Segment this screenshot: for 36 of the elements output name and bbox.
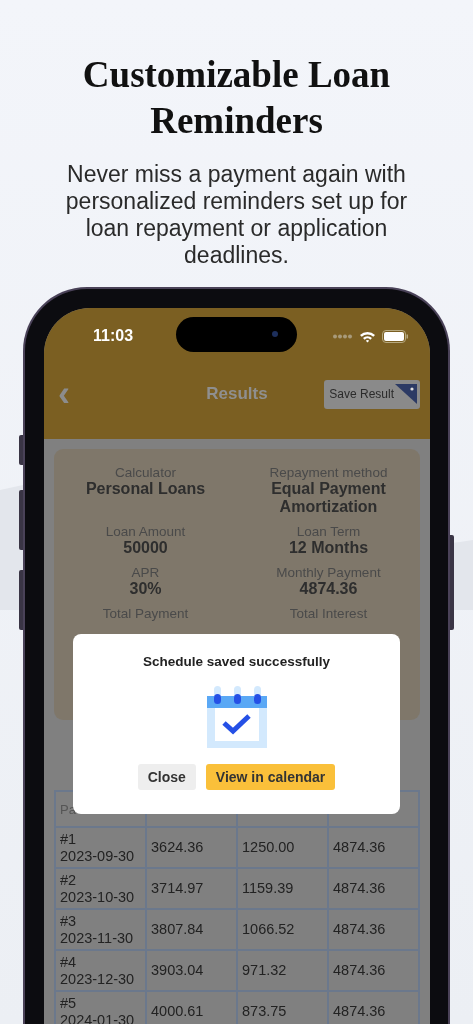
table-cell: 3714.97: [146, 868, 237, 909]
close-button[interactable]: Close: [137, 764, 196, 790]
table-cell: 971.32: [237, 950, 328, 991]
save-result-button[interactable]: Save Result: [324, 379, 420, 409]
summary-value: Personal Loans: [85, 480, 206, 498]
table-cell: #2 2023-10-30: [55, 868, 146, 909]
table-cell: #5 2024-01-30: [55, 991, 146, 1024]
table-cell: 3807.84: [146, 909, 237, 950]
table-cell: 4874.36: [328, 950, 419, 991]
table-cell: 4874.36: [328, 868, 419, 909]
table-cell: 1066.52: [237, 909, 328, 950]
table-cell: #1 2023-09-30: [55, 827, 146, 868]
status-time: 11:03: [93, 327, 134, 345]
headline: Customizable Loan Reminders: [81, 53, 392, 143]
table-cell: 3903.04: [146, 950, 237, 991]
summary-value: 4874.36: [299, 580, 358, 598]
subtitle: Never miss a payment again with personalized reminders set up for loan repayment or application deadlines.: [64, 161, 409, 269]
summary-value: Equal Payment Amortization: [270, 480, 387, 516]
table-cell: 4874.36: [328, 827, 419, 868]
wifi-icon: [359, 329, 376, 343]
summary-value: 30%: [129, 580, 162, 598]
table-cell: #3 2023-11-30: [55, 909, 146, 950]
signal-icon: [333, 333, 353, 339]
screen-title: Results: [206, 384, 268, 404]
calendar-check-icon: [206, 686, 267, 748]
dialog-title: Schedule saved successfully: [143, 654, 330, 669]
table-cell: 3624.36: [146, 827, 237, 868]
battery-icon: [382, 329, 409, 343]
summary-value: 12 Months: [288, 539, 369, 557]
table-cell: #4 2023-12-30: [55, 950, 146, 991]
corner-ribbon-icon: [395, 383, 417, 404]
summary-value: 50000: [123, 539, 168, 557]
view-calendar-button[interactable]: View in calendar: [205, 764, 336, 790]
table-cell: 4874.36: [328, 909, 419, 950]
table-cell: 1159.39: [237, 868, 328, 909]
table-cell: 1250.00: [237, 827, 328, 868]
